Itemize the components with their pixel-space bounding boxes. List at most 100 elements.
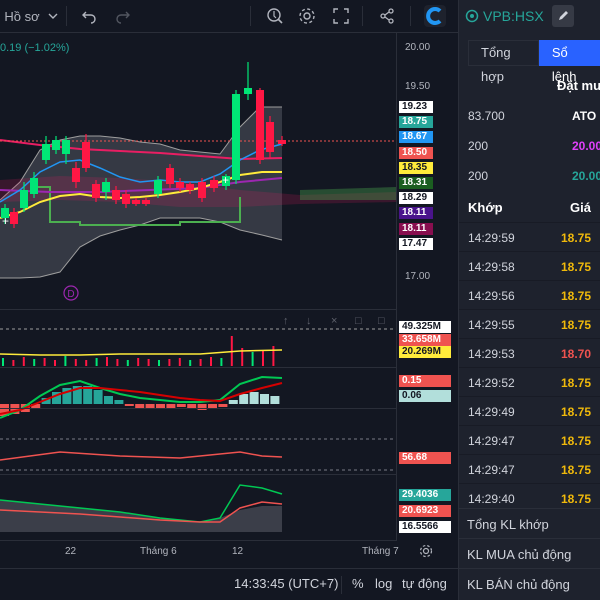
macd-bar [218, 404, 228, 407]
macd-bar [93, 390, 103, 404]
candle-body [102, 182, 110, 192]
volume-bar [147, 359, 150, 366]
x-axis-tick: Tháng 6 [140, 546, 177, 557]
summary-buy-volume[interactable]: KL MUA chủ động [459, 538, 600, 569]
match-time: 14:29:56 [468, 289, 515, 303]
price-tag: 20.6923 [399, 505, 451, 517]
volume-bar [33, 359, 36, 366]
price-scale[interactable]: 20.00 19.50 17.00 19.23 18.75 18.67 18.50 18… [396, 33, 458, 541]
share-icon [380, 8, 394, 24]
price-tag: 20.269M [399, 346, 451, 358]
candle-body [256, 90, 264, 160]
candle-body [10, 212, 18, 224]
order-row[interactable]: 83.700 ATO [459, 101, 600, 130]
macd-bar [114, 400, 124, 404]
price-tag: 18.29 [399, 192, 433, 205]
undo-icon [82, 11, 96, 24]
symbol-status-icon [465, 9, 479, 23]
match-time-header: Khớp [468, 200, 503, 215]
order-price: 20.00 [572, 169, 600, 183]
order-panel: VPB:HSX Tổng hợp Sổ lệnh Đặt mua 83.700 A… [458, 0, 600, 600]
event-marker-label: D [67, 289, 74, 300]
match-time: 14:29:47 [468, 434, 515, 448]
match-time: 14:29:59 [468, 231, 515, 245]
bottom-bar: 14:33:45 (UTC+7) % log tự động [0, 568, 458, 600]
pane-up-icon[interactable]: ↑ [283, 315, 289, 327]
macd-bar [104, 396, 113, 404]
volume-bar [178, 358, 181, 366]
settings-button[interactable] [296, 0, 318, 32]
price-tag: 18.11 [399, 207, 433, 220]
pane-maximize-icon[interactable]: □ [355, 315, 362, 327]
edit-symbol-button[interactable] [551, 5, 574, 27]
clock-time: 14:33:45 (UTC+7) [234, 576, 339, 591]
order-header: Đặt mua [557, 78, 600, 93]
match-time: 14:29:40 [468, 492, 515, 506]
price-scale-label: 20.00 [405, 42, 431, 53]
volume-bar [126, 360, 129, 366]
candle-body [142, 200, 150, 204]
volume-bar [272, 346, 275, 366]
match-row: 14:29:47 18.75 [459, 454, 600, 484]
candle-body [42, 144, 50, 160]
volume-bar [210, 357, 212, 366]
log-toggle[interactable]: log [375, 576, 392, 591]
gear-icon [299, 8, 315, 24]
order-row[interactable]: 200 20.00 [459, 161, 600, 190]
volume-bar [137, 358, 140, 366]
match-price: 18.75 [561, 260, 592, 274]
summary-sell-volume[interactable]: KL BÁN chủ động [459, 568, 600, 599]
tab-order-book[interactable]: Sổ lệnh [538, 40, 600, 84]
summary-label: KL MUA chủ động [467, 547, 572, 562]
candle-body [166, 168, 174, 184]
price-tag: 33.658M [399, 333, 451, 346]
volume-bar [12, 360, 15, 366]
volume-bar [22, 357, 25, 366]
price-tag: 18.75 [399, 116, 433, 129]
app-logo[interactable] [424, 5, 446, 27]
volume-bar [95, 358, 98, 366]
volume-bar [64, 356, 67, 366]
match-row: 14:29:52 18.75 [459, 367, 600, 397]
order-row[interactable]: 200 20.00 [459, 131, 600, 160]
match-row: 14:29:56 18.75 [459, 280, 600, 310]
macd-bar [270, 396, 280, 404]
price-tag: 49.325M [399, 321, 451, 333]
auto-toggle[interactable]: tự động [402, 576, 447, 591]
pane-down-icon[interactable]: ↓ [306, 315, 312, 327]
profile-dropdown[interactable]: Hồ sơ [0, 0, 62, 32]
gear-icon [419, 544, 433, 558]
order-price: ATO [572, 109, 597, 123]
match-time: 14:29:53 [468, 347, 515, 361]
price-tag: 56.68 [399, 452, 451, 464]
pane-close-icon[interactable]: × [331, 315, 337, 327]
price-tag: 18.11 [399, 222, 433, 235]
match-row: 14:29:58 18.75 [459, 251, 600, 281]
chart-area[interactable]: Hồ sơ 0.19 (−1.02%) D + + ↑ ↓ × □ □ 20.0… [0, 0, 458, 600]
volume-bar [251, 352, 254, 366]
tab-summary[interactable]: Tổng hợp [468, 40, 539, 84]
main-chart-svg[interactable]: D + + ↑ ↓ × □ □ [0, 32, 396, 568]
fullscreen-button[interactable] [330, 0, 352, 32]
redo-button[interactable] [112, 0, 134, 32]
match-time: 14:29:52 [468, 376, 515, 390]
order-qty: 83.700 [468, 109, 505, 123]
order-price: 20.00 [572, 139, 600, 153]
volume-bar [116, 359, 119, 366]
price-tag: 0.06 [399, 390, 451, 402]
price-scale-label: 17.00 [405, 271, 431, 282]
percent-toggle[interactable]: % [352, 576, 364, 591]
summary-total-volume[interactable]: Tổng KL khớp [459, 508, 600, 539]
undo-button[interactable] [78, 0, 100, 32]
match-price: 18.75 [561, 318, 592, 332]
pane-restore-icon[interactable]: □ [378, 315, 385, 327]
time-axis-settings[interactable] [419, 544, 435, 560]
volume-bar [158, 360, 160, 366]
match-price: 18.75 [561, 231, 592, 245]
match-price: 18.75 [561, 492, 592, 506]
share-button[interactable] [376, 0, 398, 32]
symbol-name[interactable]: VPB:HSX [483, 8, 544, 24]
price-tag: 29.4036 [399, 489, 451, 501]
screenshot-button[interactable] [264, 0, 286, 32]
candle-body [30, 178, 38, 194]
